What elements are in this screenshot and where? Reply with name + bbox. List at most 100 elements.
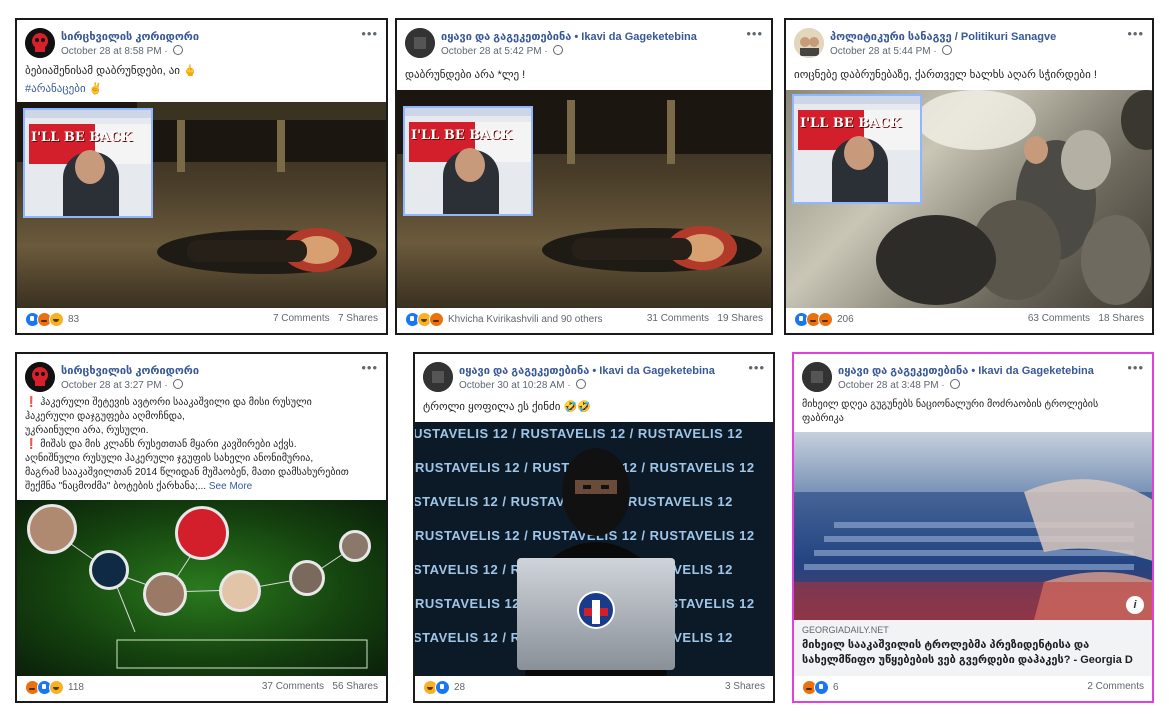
reactions-summary[interactable]: Khvicha Kvirikashvili and 90 others	[405, 312, 603, 327]
page-name[interactable]: იყავი და გაგეკეთებინა • Ikavi da Gageket…	[459, 364, 715, 377]
page-name[interactable]: იყავი და გაგეკეთებინა • Ikavi da Gageket…	[441, 30, 697, 43]
engagement-stats: 3 Shares	[725, 681, 765, 692]
more-options-button[interactable]: •••	[1127, 360, 1144, 375]
post-text-line: ფაბრიკა	[802, 413, 844, 424]
globe-icon	[172, 45, 183, 55]
reactions-summary[interactable]: 206	[794, 312, 854, 327]
reactions-summary[interactable]: 118	[25, 680, 84, 695]
page-avatar[interactable]	[802, 362, 832, 392]
reaction-count: 118	[68, 682, 84, 693]
page-avatar[interactable]	[794, 28, 824, 58]
shares-link[interactable]: 19 Shares	[717, 313, 763, 324]
link-preview-image[interactable]: i	[794, 432, 1152, 620]
post-text-line: უკრაინული არა, რუსული.	[25, 425, 149, 436]
globe-icon	[949, 379, 960, 389]
link-preview-caption[interactable]: GEORGIADAILY.NET მიხეილ სააკაშვილის ტროლ…	[794, 620, 1152, 676]
reactions-summary[interactable]: 28	[423, 680, 465, 695]
angry-reaction-icon	[429, 312, 444, 327]
post-image[interactable]: I'LL BE BACK	[786, 90, 1152, 308]
shares-link[interactable]: 3 Shares	[725, 681, 765, 692]
page-avatar[interactable]	[405, 28, 435, 58]
page-avatar[interactable]	[25, 362, 55, 392]
post-timestamp[interactable]: October 28 at 3:27 PM ·	[61, 379, 183, 391]
link-title[interactable]: მიხეილ სააკაშვილის ტროლებმა პრეზიდენტისა…	[802, 638, 1144, 668]
post-footer: 28 3 Shares	[423, 677, 765, 697]
post-timestamp[interactable]: October 28 at 5:44 PM ·	[830, 45, 952, 57]
page-name[interactable]: პოლიტიკური სანაგვე / Politikuri Sanagve	[830, 30, 1056, 43]
page-logo-icon	[405, 28, 435, 58]
post-text-line: ბებიაშენისამ დაბრუნდები, აი 🖕	[25, 65, 197, 77]
skull-logo-icon	[25, 28, 55, 58]
page-name[interactable]: იყავი და გაგეკეთებინა • Ikavi da Gageket…	[838, 364, 1094, 377]
post-timestamp[interactable]: October 28 at 8:58 PM ·	[61, 45, 183, 57]
reaction-count: 206	[837, 314, 854, 325]
globe-icon	[172, 379, 183, 389]
post-footer: Khvicha Kvirikashvili and 90 others 31 C…	[405, 309, 763, 329]
more-options-button[interactable]: •••	[1127, 26, 1144, 41]
page-avatar[interactable]	[423, 362, 453, 392]
network-node	[289, 560, 325, 596]
post-footer: 206 63 Comments 18 Shares	[794, 309, 1144, 329]
post-image[interactable]: I'LL BE BACK	[17, 102, 386, 308]
post-text-line: დაბრუნდები არა *ლე !	[405, 69, 526, 81]
globe-icon	[941, 45, 952, 55]
post-card-4: სირცხვილის კორიდორი October 28 at 3:27 P…	[15, 352, 388, 703]
angry-reaction-icon	[818, 312, 833, 327]
timestamp-text[interactable]: October 28 at 3:27 PM	[61, 380, 162, 391]
timestamp-text[interactable]: October 28 at 8:58 PM	[61, 46, 162, 57]
comments-link[interactable]: 31 Comments	[647, 313, 709, 324]
more-options-button[interactable]: •••	[361, 26, 378, 41]
post-timestamp[interactable]: October 28 at 5:42 PM ·	[441, 45, 563, 57]
post-footer: 83 7 Comments 7 Shares	[25, 309, 378, 329]
post-image[interactable]	[17, 500, 386, 676]
comments-link[interactable]: 7 Comments	[273, 313, 330, 324]
post-card-1: სირცხვილის კორიდორი October 28 at 8:58 P…	[15, 18, 388, 335]
page-name[interactable]: სირცხვილის კორიდორი	[61, 364, 199, 377]
reactions-summary[interactable]: 83	[25, 312, 79, 327]
reactions-summary[interactable]: 6	[802, 680, 839, 695]
reaction-count: 6	[833, 682, 839, 693]
more-options-button[interactable]: •••	[748, 360, 765, 375]
inset-image: I'LL BE BACK	[23, 108, 153, 218]
post-image[interactable]: / RUSTAVELIS 12 / RUSTAVELIS 12 / RUSTAV…	[415, 422, 773, 676]
shares-link[interactable]: 7 Shares	[338, 313, 378, 324]
haha-reaction-icon	[49, 680, 64, 695]
post-text: ტროლი ყოფილა ეს ქინძი 🤣🤣	[423, 400, 765, 415]
comments-link[interactable]: 37 Comments	[262, 681, 324, 692]
like-reaction-icon	[435, 680, 450, 695]
network-node	[219, 570, 261, 612]
comments-link[interactable]: 63 Comments	[1028, 313, 1090, 324]
network-node	[175, 506, 229, 560]
post-image[interactable]: I'LL BE BACK	[397, 90, 771, 308]
post-text-line: მაგრამ სააკაშვილთან 2014 წლიდან მუშაობენ…	[25, 467, 349, 478]
globe-icon	[575, 379, 586, 389]
post-text-line: ტროლი ყოფილა ეს ქინძი 🤣🤣	[423, 401, 591, 413]
see-more-link[interactable]: See More	[209, 481, 252, 492]
engagement-stats: 63 Comments 18 Shares	[1028, 313, 1144, 324]
haha-reaction-icon	[49, 312, 64, 327]
page-name[interactable]: სირცხვილის კორიდორი	[61, 30, 199, 43]
shares-link[interactable]: 18 Shares	[1098, 313, 1144, 324]
post-text-line: შექმნა "ნაცმოძმა" ბოტების ქარხანა;...	[25, 481, 207, 492]
engagement-stats: 31 Comments 19 Shares	[647, 313, 763, 324]
comments-link[interactable]: 2 Comments	[1087, 681, 1144, 692]
post-header: სირცხვილის კორიდორი October 28 at 8:58 P…	[25, 26, 378, 60]
network-node	[339, 530, 371, 562]
post-timestamp[interactable]: October 30 at 10:28 AM ·	[459, 379, 586, 391]
post-timestamp[interactable]: October 28 at 3:48 PM ·	[838, 379, 960, 391]
timestamp-text[interactable]: October 28 at 5:42 PM	[441, 46, 542, 57]
timestamp-text[interactable]: October 28 at 3:48 PM	[838, 380, 939, 391]
post-card-5: იყავი და გაგეკეთებინა • Ikavi da Gageket…	[413, 352, 775, 703]
hashtag-link[interactable]: #არანაცები ✌️	[25, 82, 378, 97]
timestamp-text[interactable]: October 28 at 5:44 PM	[830, 46, 931, 57]
shares-link[interactable]: 56 Shares	[332, 681, 378, 692]
info-icon[interactable]: i	[1126, 596, 1144, 614]
page-avatar[interactable]	[25, 28, 55, 58]
more-options-button[interactable]: •••	[746, 26, 763, 41]
reaction-count: Khvicha Kvirikashvili and 90 others	[448, 314, 603, 325]
post-text: ❗ ჰაკერული შეტევის ავტორი სააკაშვილი და …	[25, 396, 378, 494]
more-options-button[interactable]: •••	[361, 360, 378, 375]
post-header: პოლიტიკური სანაგვე / Politikuri Sanagve …	[794, 26, 1144, 60]
timestamp-text[interactable]: October 30 at 10:28 AM	[459, 380, 565, 391]
like-reaction-icon	[814, 680, 829, 695]
